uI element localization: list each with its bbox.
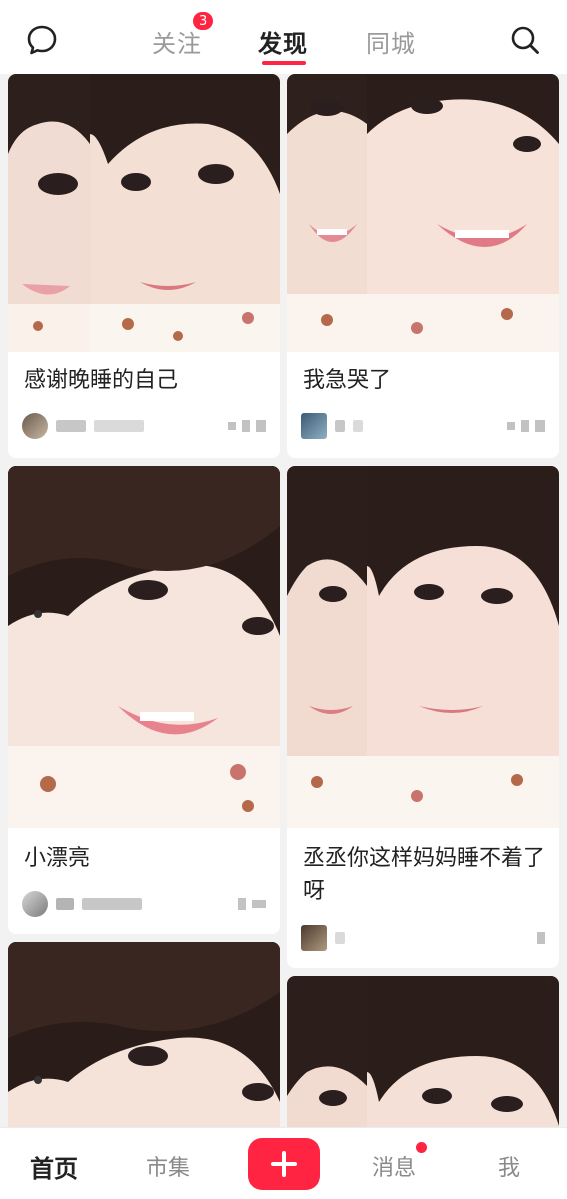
- tab-discover[interactable]: 发现: [258, 24, 308, 59]
- nav-messages[interactable]: 消息: [372, 1150, 416, 1182]
- tab-nearby-city[interactable]: 同城: [366, 24, 416, 59]
- note-cover-image: [8, 74, 280, 352]
- add-post-button[interactable]: [248, 1138, 320, 1190]
- author-name-redacted: [353, 420, 363, 432]
- note-cover-image: [8, 466, 280, 828]
- like-count-redacted: [537, 924, 545, 952]
- nav-market[interactable]: 市集: [146, 1150, 190, 1182]
- search-icon[interactable]: [505, 20, 545, 60]
- like-count-redacted: [238, 890, 266, 918]
- note-card[interactable]: 感谢晚睡的自己: [8, 74, 280, 458]
- plus-icon: [271, 1151, 297, 1177]
- author-row: [22, 890, 142, 918]
- follow-count-badge: 3: [191, 10, 216, 32]
- active-tab-indicator: [262, 61, 306, 65]
- note-card[interactable]: [8, 942, 280, 1127]
- avatar: [22, 891, 48, 917]
- note-card[interactable]: 小漂亮: [8, 466, 280, 934]
- author-name-redacted: [335, 420, 345, 432]
- discover-feed[interactable]: 感谢晚睡的自己 我急哭了 小漂亮 丞丞你这样妈妈睡不着了呀: [0, 74, 567, 1127]
- note-cover-image: [287, 976, 559, 1127]
- chat-bubble-icon[interactable]: [22, 20, 62, 60]
- note-card[interactable]: [287, 976, 559, 1127]
- like-count-redacted: [228, 412, 266, 440]
- note-title: 我急哭了: [303, 368, 392, 393]
- note-cover-image: [287, 74, 559, 352]
- author-name-redacted: [82, 898, 142, 910]
- nav-home[interactable]: 首页: [30, 1149, 78, 1184]
- author-row: [301, 412, 363, 440]
- note-cover-image: [8, 942, 280, 1127]
- avatar: [22, 413, 48, 439]
- author-name-redacted: [56, 420, 86, 432]
- author-row: [22, 412, 144, 440]
- avatar: [301, 413, 327, 439]
- nav-me[interactable]: 我: [498, 1150, 520, 1182]
- note-card[interactable]: 丞丞你这样妈妈睡不着了呀: [287, 466, 559, 968]
- unread-dot: [416, 1142, 427, 1153]
- note-cover-image: [287, 466, 559, 828]
- author-name-redacted: [94, 420, 144, 432]
- author-name-redacted: [335, 932, 345, 944]
- like-count-redacted: [507, 412, 545, 440]
- author-name-redacted: [56, 898, 74, 910]
- author-row: [301, 924, 345, 952]
- note-title: 小漂亮: [24, 846, 91, 871]
- note-title: 感谢晚睡的自己: [24, 368, 179, 393]
- note-title: 丞丞你这样妈妈睡不着了呀: [303, 846, 546, 904]
- bottom-nav: 首页 市集 消息 我: [0, 1127, 567, 1199]
- top-nav: 关注 3 发现 同城: [0, 0, 567, 74]
- avatar: [301, 925, 327, 951]
- note-card[interactable]: 我急哭了: [287, 74, 559, 458]
